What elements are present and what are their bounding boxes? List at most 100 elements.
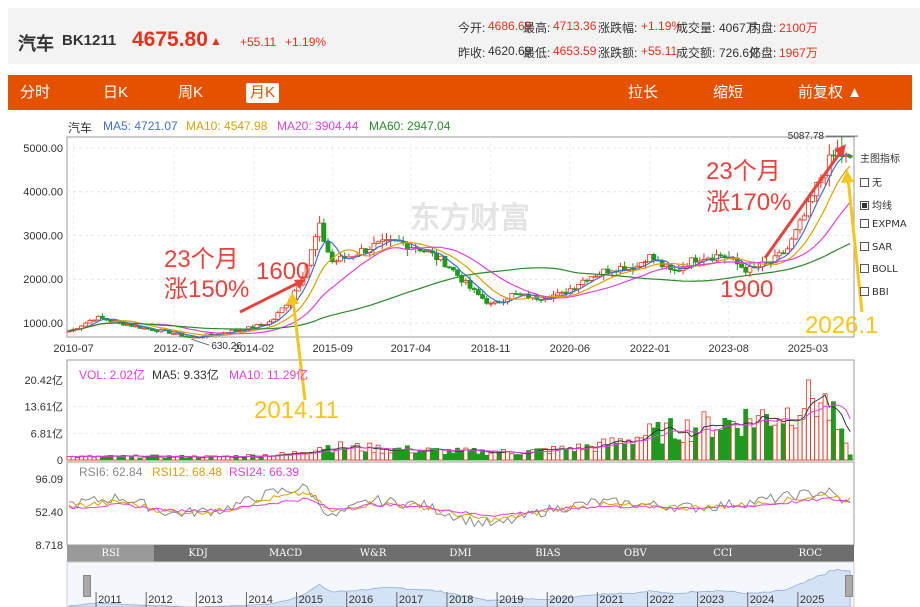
volume-bar [317, 447, 323, 461]
volume-bar [505, 451, 511, 461]
candle-body [484, 297, 490, 304]
candle-body [141, 327, 147, 330]
volume-bar [200, 457, 206, 461]
checkbox[interactable] [860, 200, 869, 210]
volume-bar [592, 450, 598, 461]
indicator-tab[interactable]: MACD [242, 545, 329, 562]
indicator-tab[interactable]: BIAS [504, 545, 591, 562]
checkbox[interactable] [860, 264, 869, 273]
candle-body [780, 252, 786, 255]
indicator-tab[interactable]: RSI [67, 545, 155, 562]
candle-body [651, 254, 657, 261]
candle-body [87, 320, 93, 324]
volume-bar [517, 454, 523, 461]
volume-bar [66, 456, 72, 461]
candle-body [404, 242, 410, 250]
volume-bar [338, 441, 343, 461]
indicator-tab[interactable]: DMI [417, 545, 504, 562]
checkbox[interactable] [860, 219, 869, 228]
candle-body [747, 266, 753, 273]
volume-bar [597, 441, 602, 461]
legend-rsi24: RSI24: 66.39 [229, 465, 300, 479]
candle-body [325, 241, 331, 253]
indicator-tab[interactable]: CCI [679, 545, 766, 562]
indicator-tab[interactable]: W&R [329, 545, 416, 562]
candle-body [446, 266, 452, 269]
candle-body [425, 250, 431, 253]
volume-bar [325, 445, 331, 461]
volume-bar [513, 454, 519, 461]
navigator-right-handle[interactable] [845, 575, 853, 597]
candle-body [776, 252, 782, 257]
candle-body [584, 279, 590, 282]
candle-body [647, 254, 653, 263]
candle-body [805, 201, 811, 217]
candle-body [321, 222, 327, 242]
volume-bar [563, 449, 569, 461]
indicator-option[interactable]: EXPMA [860, 219, 907, 230]
indicator-tab[interactable]: KDJ [154, 545, 241, 562]
price-x-tick: 2025-03 [788, 343, 828, 355]
legend-vol: VOL: 2.02亿 [79, 368, 146, 382]
checkbox[interactable] [860, 241, 869, 251]
indicator-option[interactable]: BBI [860, 286, 889, 298]
indicator-option-label: BOLL [872, 264, 898, 275]
kline-chart: 5000.00 4000.00 3000.00 2000.00 1000.00 2010-… [23, 131, 864, 552]
candle-body [313, 236, 318, 251]
volume-bar [580, 449, 586, 461]
volume-bar [785, 407, 790, 461]
indicator-option[interactable]: 无 [860, 174, 882, 189]
candle-body [810, 195, 815, 203]
candle-body [663, 264, 669, 268]
volume-bar [329, 452, 335, 461]
navigator-left-handle[interactable] [83, 575, 91, 597]
checkbox[interactable] [860, 178, 869, 187]
indicator-tab[interactable]: OBV [592, 545, 679, 562]
indicator-option[interactable]: 均线 [860, 197, 892, 212]
volume-bar [158, 456, 164, 461]
volume-bar [751, 427, 757, 461]
candle-body [450, 266, 456, 271]
candle-body [693, 257, 698, 263]
volume-bar [267, 456, 272, 461]
volume-bar [601, 438, 607, 461]
volume-bar [789, 424, 795, 461]
volume-bar [839, 428, 845, 461]
volume-bar [242, 456, 247, 461]
candle-body [129, 324, 135, 327]
candle-body [308, 249, 314, 266]
indicator-option[interactable]: BOLL [860, 264, 898, 275]
indicator-tab[interactable]: ROC [767, 545, 854, 562]
volume-bar [684, 419, 690, 461]
checkbox[interactable] [860, 286, 869, 296]
annotation-right-gain: 涨170% [706, 189, 792, 216]
indicator-option-label: 无 [872, 178, 882, 189]
candle-body [605, 268, 611, 274]
volume-bar [676, 439, 682, 461]
volume-bar [780, 423, 786, 461]
annotation-left-value: 1600 [256, 258, 310, 285]
candle-body [542, 298, 548, 301]
candle-body [643, 261, 648, 264]
candle-body [797, 219, 803, 231]
volume-bar [826, 419, 832, 461]
legend-vol-ma10: MA10: 11.29亿 [229, 368, 309, 382]
indicator-option[interactable]: SAR [860, 241, 892, 253]
volume-bar [793, 427, 799, 461]
volume-bar [384, 449, 389, 461]
volume-bar [254, 457, 260, 461]
volume-bar [413, 452, 419, 461]
volume-bar [701, 411, 707, 461]
candle-body [572, 288, 577, 291]
volume-bar [446, 449, 452, 461]
volume-bar [216, 456, 222, 461]
volume-y-tick: 20.42亿 [24, 374, 63, 387]
candle-body [95, 315, 101, 321]
volume-bar [137, 457, 143, 461]
candle-body [187, 336, 193, 339]
volume-bar [417, 449, 423, 461]
volume-bar [843, 442, 849, 461]
volume-bar [772, 424, 778, 461]
volume-bar [183, 457, 189, 461]
volume-bar [546, 452, 552, 461]
